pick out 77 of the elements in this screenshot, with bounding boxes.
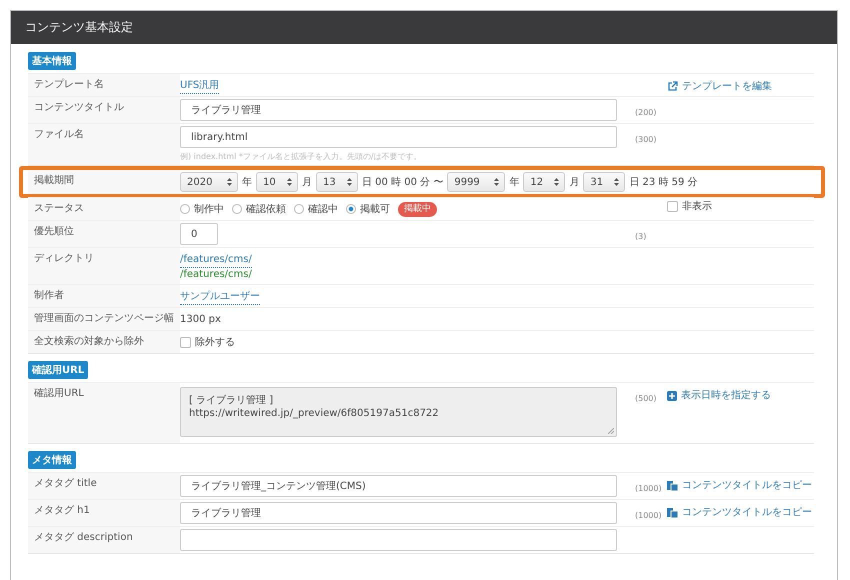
action-link[interactable]: コンテンツタイトルをコピー — [667, 502, 812, 519]
date-unit: 年 — [242, 176, 252, 188]
copy-icon — [667, 507, 678, 518]
date-select[interactable]: 10 — [256, 172, 298, 192]
copy-icon — [667, 480, 678, 491]
field-label: 優先順位 — [28, 221, 180, 247]
radio-label: 制作中 — [194, 202, 224, 216]
select-arrows-icon — [614, 178, 620, 186]
radio-button[interactable] — [232, 204, 242, 214]
checkbox[interactable] — [180, 336, 191, 348]
date-unit: 年 — [509, 176, 520, 188]
action-link[interactable]: テンプレートを編集 — [667, 76, 772, 93]
input-field[interactable]: ライブラリ管理 — [180, 99, 617, 121]
directory-link[interactable]: /features/cms/ — [180, 253, 252, 268]
number-field[interactable]: 0 — [180, 223, 218, 245]
char-limit: (1000) — [634, 483, 663, 495]
select-arrows-icon — [554, 178, 560, 186]
select-arrows-icon — [287, 178, 292, 186]
action-link[interactable]: 表示日時を指定する — [667, 385, 771, 402]
field-label: ディレクトリ — [28, 248, 180, 284]
date-select[interactable]: 31 — [583, 172, 626, 192]
radio-label: 確認中 — [308, 202, 338, 216]
char-limit: (500) — [634, 393, 658, 405]
char-limit: (3) — [634, 231, 648, 243]
directory-path: /features/cms/ — [180, 268, 252, 282]
section-badge: 確認用URL — [28, 361, 88, 379]
field-label: 掲載期間 — [28, 170, 180, 194]
checkbox[interactable] — [667, 201, 678, 212]
value-text: 1300 px — [180, 312, 221, 326]
date-select[interactable]: 12 — [523, 172, 566, 192]
status-badge: 掲載中 — [398, 202, 437, 216]
radio-label: 確認依頼 — [246, 202, 286, 216]
checkbox-label: 除外する — [195, 336, 235, 348]
panel-title: コンテンツ基本設定 — [25, 19, 133, 36]
section-badge: 基本情報 — [28, 52, 76, 70]
field-label: 制作者 — [28, 285, 180, 307]
resize-grip-icon — [608, 428, 614, 434]
field-label: メタタグ title — [28, 473, 180, 499]
field-label: コンテンツタイトル — [28, 97, 180, 123]
field-label: テンプレート名 — [28, 74, 180, 96]
input-field[interactable]: library.html — [180, 126, 617, 148]
radio-button[interactable] — [346, 204, 356, 214]
field-label: ステータス — [28, 198, 180, 220]
char-limit: (300) — [634, 134, 658, 146]
field-label: 全文検索の対象から除外 — [28, 331, 180, 353]
action-link[interactable]: コンテンツタイトルをコピー — [667, 475, 812, 492]
select-arrows-icon — [494, 178, 500, 186]
select-arrows-icon — [347, 178, 352, 186]
input-field[interactable]: ライブラリ管理 — [180, 502, 617, 524]
external-link-icon — [667, 81, 678, 92]
field-label: メタタグ description — [28, 527, 180, 553]
field-label: 確認用URL — [28, 383, 180, 443]
radio-button[interactable] — [180, 204, 190, 214]
field-label: メタタグ h1 — [28, 500, 180, 526]
field-label: ファイル名 — [28, 124, 180, 165]
checkbox-label: 非表示 — [682, 200, 712, 213]
preview-url-textarea[interactable]: [ ライブラリ管理 ] https://writewired.jp/_preview/6f805197a51c8722 — [180, 387, 617, 437]
date-select[interactable]: 2020 — [180, 172, 238, 192]
hint-text: 例) index.html *ファイル名と拡張子を入力。先頭の/は不要です。 — [180, 151, 422, 163]
date-unit: 日 23 時 59 分 — [629, 176, 698, 188]
date-unit: 月 — [302, 176, 312, 188]
value-link[interactable]: サンプルユーザー — [180, 290, 260, 305]
date-unit: 日 00 時 00 分 〜 — [362, 176, 444, 188]
char-limit: (200) — [634, 107, 658, 119]
radio-label: 掲載可 — [360, 202, 390, 216]
field-label: 管理画面のコンテンツページ幅 — [28, 308, 180, 330]
select-arrows-icon — [227, 178, 232, 186]
input-field[interactable]: ライブラリ管理_コンテンツ管理(CMS) — [180, 475, 617, 497]
radio-button[interactable] — [294, 204, 304, 214]
date-unit: 月 — [569, 176, 580, 188]
char-limit: (1000) — [634, 510, 663, 522]
input-field[interactable] — [180, 529, 617, 551]
value-link[interactable]: UFS汎用 — [180, 79, 220, 94]
plus-icon — [667, 390, 677, 400]
date-select[interactable]: 9999 — [447, 172, 506, 192]
date-select[interactable]: 13 — [316, 172, 358, 192]
section-badge: メタ情報 — [28, 451, 76, 469]
